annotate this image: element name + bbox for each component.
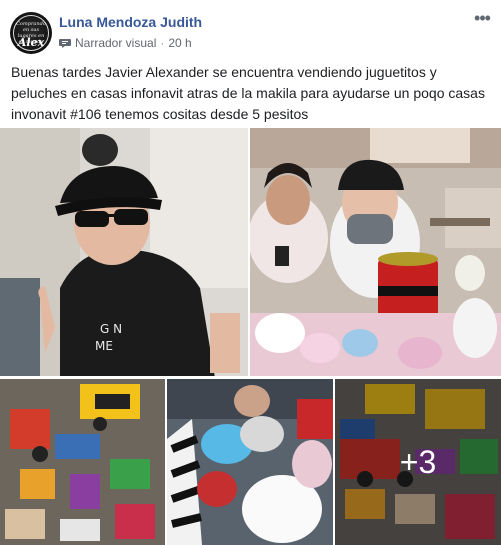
photo-boy-with-mask-image [250, 128, 501, 376]
narrator-label[interactable]: Narrador visual [75, 36, 156, 50]
photo-boy-portrait-image: G N ME [0, 128, 248, 376]
post-meta: Narrador visual · 20 h [59, 36, 192, 50]
photo-stuffed-toys[interactable] [167, 379, 333, 545]
author-name[interactable]: Luna Mendoza Judith [59, 14, 202, 30]
svg-text:G N: G N [100, 322, 122, 336]
narrator-icon [59, 39, 71, 48]
photo-toys-pile-1[interactable] [0, 379, 165, 545]
photo-boy-with-mask[interactable] [250, 128, 501, 376]
svg-text:ME: ME [95, 339, 113, 353]
photo-stuffed-toys-image [167, 379, 333, 545]
avatar-logo-name: Alex [17, 36, 45, 49]
profile-avatar[interactable]: Comprando en sus lugares en su mundo Ale… [10, 12, 52, 54]
photo-boy-portrait[interactable]: G N ME [0, 128, 248, 376]
more-options-icon[interactable]: ••• [470, 9, 494, 28]
meta-separator: · [160, 36, 165, 50]
facebook-post: Comprando en sus lugares en su mundo Ale… [0, 0, 501, 545]
more-photos-count[interactable]: +3 [335, 379, 501, 545]
photo-toys-pile-1-image [0, 379, 165, 545]
photo-toys-pile-2[interactable]: +3 [335, 379, 501, 545]
post-text: Buenas tardes Javier Alexander se encuen… [11, 64, 485, 122]
post-timestamp[interactable]: 20 h [168, 36, 191, 50]
